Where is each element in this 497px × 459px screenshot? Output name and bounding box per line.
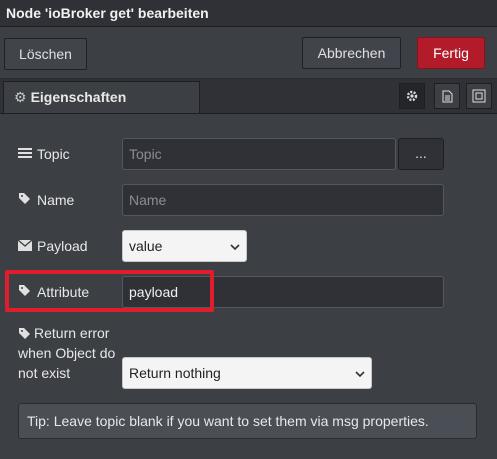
tag-icon bbox=[18, 192, 34, 208]
payload-select-value: value bbox=[129, 238, 163, 254]
tab-description[interactable] bbox=[434, 83, 460, 109]
return-error-select-value: Return nothing bbox=[129, 365, 221, 381]
payload-label: Payload bbox=[37, 238, 88, 254]
tab-bar: ⚙ Eigenschaften bbox=[0, 79, 497, 114]
list-icon bbox=[18, 146, 34, 162]
delete-button[interactable]: Löschen bbox=[4, 38, 87, 70]
document-icon bbox=[442, 90, 452, 102]
chevron-down-icon bbox=[230, 231, 240, 261]
envelope-icon bbox=[17, 238, 34, 254]
return-error-select[interactable]: Return nothing bbox=[122, 357, 372, 389]
name-label: Name bbox=[37, 192, 75, 208]
name-input[interactable]: Name bbox=[122, 184, 444, 216]
dialog-toolbar: Löschen Abbrechen Fertig bbox=[0, 28, 497, 79]
frame-icon bbox=[472, 89, 486, 103]
tag-icon bbox=[18, 325, 34, 341]
cancel-button[interactable]: Abbrechen bbox=[302, 37, 401, 69]
tab-properties[interactable]: ⚙ Eigenschaften bbox=[3, 81, 200, 113]
chevron-down-icon bbox=[355, 358, 365, 388]
payload-select[interactable]: value bbox=[122, 230, 247, 262]
name-label-row: Name bbox=[18, 192, 74, 208]
topic-label-row: Topic bbox=[18, 146, 70, 162]
attribute-highlight-box bbox=[5, 270, 214, 312]
dialog-title: Node 'ioBroker get' bearbeiten bbox=[0, 0, 497, 27]
tab-properties-label: Eigenschaften bbox=[30, 89, 127, 105]
tab-appearance[interactable] bbox=[466, 83, 492, 109]
return-error-label-row: Return error when Object do not exist bbox=[18, 323, 118, 383]
payload-label-row: Payload bbox=[17, 238, 88, 254]
topic-label: Topic bbox=[37, 146, 70, 162]
topic-input[interactable]: Topic bbox=[122, 138, 396, 170]
gear-icon: ⚙ bbox=[14, 89, 27, 105]
topic-browse-button[interactable]: ... bbox=[398, 138, 444, 170]
tip-box: Tip: Leave topic blank if you want to se… bbox=[18, 403, 477, 439]
gear-icon bbox=[406, 90, 418, 102]
done-button[interactable]: Fertig bbox=[417, 37, 485, 69]
tab-settings[interactable] bbox=[399, 83, 425, 109]
